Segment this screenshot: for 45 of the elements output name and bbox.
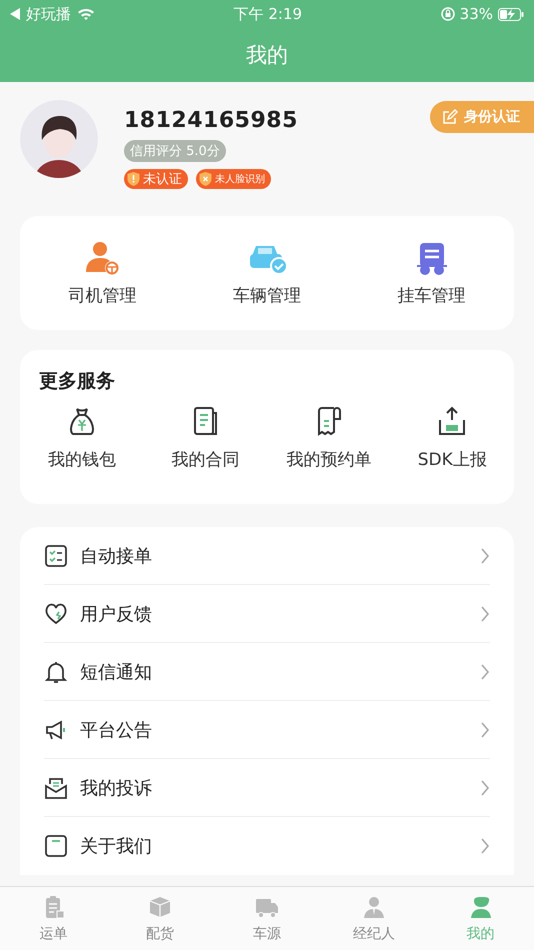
status-badge: 未人脸识别 — [196, 169, 271, 189]
person-icon — [468, 895, 493, 919]
menu-item[interactable]: 用户反馈 — [44, 585, 490, 643]
driver-icon — [83, 240, 122, 276]
chevron-right-icon — [480, 606, 490, 622]
rotation-lock-icon — [440, 7, 455, 21]
status-time: 下午 2:19 — [232, 4, 304, 24]
menu-item[interactable]: 短信通知 — [44, 643, 490, 701]
chevron-right-icon — [480, 838, 490, 854]
megaphone-icon — [44, 718, 68, 742]
chevron-right-icon — [480, 780, 490, 796]
management-item[interactable]: 司机管理 — [20, 238, 185, 308]
battery-percent: 33% — [460, 5, 493, 23]
management-item[interactable]: 挂车管理 — [349, 238, 514, 308]
chevron-right-icon — [480, 664, 490, 680]
wifi-icon — [77, 7, 95, 21]
management-item[interactable]: 车辆管理 — [184, 238, 350, 308]
edit-icon — [442, 109, 458, 125]
status-badge: 未认证 — [124, 169, 188, 189]
credit-score: 信用评分 5.0分 — [124, 140, 226, 162]
service-item[interactable]: SDK上报 — [390, 406, 514, 471]
person-icon — [362, 895, 386, 919]
package-icon — [148, 895, 172, 919]
chevron-right-icon — [480, 722, 490, 738]
shield-alert-icon — [127, 172, 140, 186]
service-item[interactable]: 我的预约单 — [267, 406, 390, 471]
page-title: 我的 — [245, 42, 289, 69]
envelope-icon — [44, 776, 68, 800]
bell-icon — [44, 660, 68, 684]
checklist-icon — [44, 544, 68, 568]
service-item[interactable]: 我的合同 — [144, 406, 267, 471]
menu-item[interactable]: 自动接单 — [44, 527, 490, 585]
shield-x-icon — [199, 172, 212, 186]
chevron-right-icon — [480, 548, 490, 564]
upload-icon — [437, 406, 468, 436]
info-card-icon — [44, 834, 68, 858]
battery-icon — [498, 8, 524, 20]
back-icon — [10, 8, 20, 20]
menu-item[interactable]: 我的投诉 — [44, 759, 490, 817]
menu-item[interactable]: 关于我们 — [44, 817, 490, 875]
section-title: 更多服务 — [38, 369, 116, 394]
heart-icon — [44, 602, 68, 626]
menu-item[interactable]: 平台公告 — [44, 701, 490, 759]
service-item[interactable]: 我的钱包 — [20, 406, 144, 471]
phone-number: 18124165985 — [124, 108, 298, 133]
